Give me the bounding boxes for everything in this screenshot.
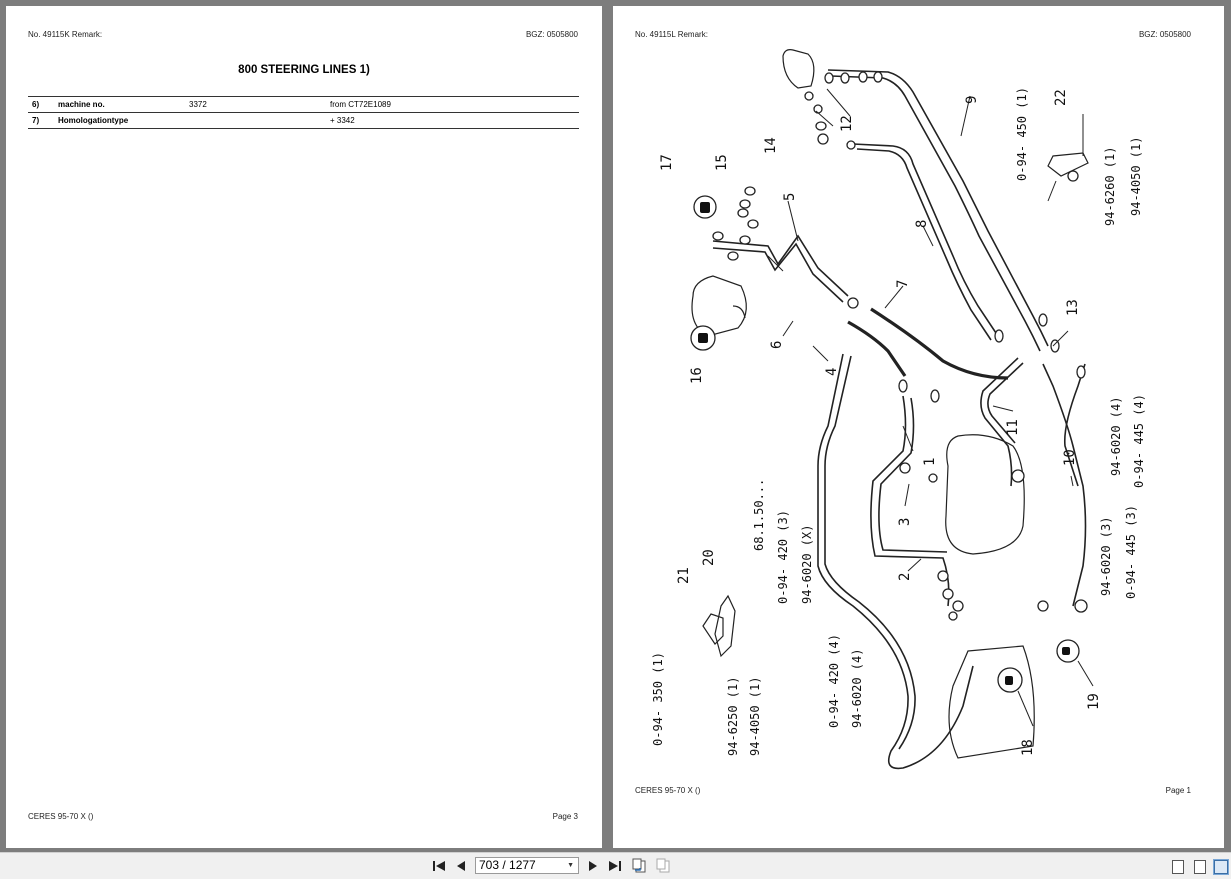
- callout-2: 2: [897, 573, 913, 581]
- page-header-right: BGZ: 0505800: [525, 30, 578, 39]
- ref-label: 0-94- 445 (3): [1124, 505, 1138, 599]
- callout-4: 4: [824, 368, 840, 376]
- row-value: 3372: [186, 96, 327, 113]
- callout-15: 15: [714, 154, 730, 171]
- row-number: 6): [28, 96, 55, 113]
- page-number-input[interactable]: 703 / 1277 ▼: [475, 857, 579, 874]
- callout-7: 7: [895, 280, 911, 288]
- callout-18: 18: [1020, 739, 1036, 756]
- ref-label: 68.1.50...: [752, 479, 766, 551]
- table-row: 7) Homologationtype + 3342: [28, 112, 579, 129]
- callout-17: 17: [659, 154, 675, 171]
- ref-label: 94-6020 (3): [1099, 517, 1113, 596]
- callout-10: 10: [1062, 449, 1078, 466]
- last-page-button[interactable]: [606, 857, 624, 875]
- two-page-view-icon[interactable]: [1213, 859, 1229, 875]
- page-title: 800 STEERING LINES 1): [238, 64, 370, 76]
- ref-label: 94-6250 (1): [726, 677, 740, 756]
- next-page-button[interactable]: [584, 857, 602, 875]
- callout-3: 3: [897, 518, 913, 526]
- prev-page-button[interactable]: [452, 857, 470, 875]
- go-forward-button[interactable]: [654, 857, 672, 875]
- callout-12: 12: [839, 115, 855, 132]
- leader-lines: [767, 88, 1094, 727]
- row-label: Homologationtype: [55, 112, 186, 129]
- callout-numbers: 5 6 7 8 9 10 11 12 13 14 15 16 17 18 19 …: [659, 89, 1102, 756]
- navigation-toolbar: 703 / 1277 ▼: [0, 852, 1231, 879]
- prev-page-icon: [457, 861, 465, 871]
- callout-11: 11: [1005, 419, 1021, 436]
- callout-14: 14: [763, 137, 779, 154]
- next-page-icon: [589, 861, 597, 871]
- ref-label: 94-6020 (X): [800, 525, 814, 604]
- ref-label: 94-4050 (1): [1129, 137, 1143, 216]
- ref-label: 0-94- 445 (4): [1132, 394, 1146, 488]
- row-value: [186, 112, 327, 129]
- callout-19: 19: [1086, 693, 1102, 710]
- spec-table: 6) machine no. 3372 from CT72E1089 7) Ho…: [28, 96, 579, 129]
- page-footer-left: CERES 95-70 X (): [635, 786, 701, 795]
- steering-lines-diagram: 5 6 7 8 9 10 11 12 13 14 15 16 17 18 19 …: [651, 49, 1146, 770]
- page-left: No. 49115K Remark: BGZ: 0505800 800 STEE…: [6, 6, 602, 848]
- callout-6: 6: [769, 341, 785, 349]
- row-note: from CT72E1089: [327, 96, 579, 113]
- callout-5: 5: [782, 193, 798, 201]
- callout-9: 9: [964, 96, 980, 104]
- callout-8: 8: [914, 220, 930, 228]
- page-right: No. 49115L Remark: BGZ: 0505800 5 6 7 8 …: [613, 6, 1224, 848]
- page-footer-right: Page 1: [1165, 786, 1191, 795]
- first-page-icon: [433, 861, 445, 871]
- last-page-icon: [609, 861, 621, 871]
- callout-16: 16: [689, 367, 705, 384]
- go-forward-icon: [656, 858, 670, 873]
- ref-label: 0-94- 450 (1): [1015, 87, 1029, 181]
- ref-label: 94-4050 (1): [748, 677, 762, 756]
- callout-1: 1: [922, 458, 938, 466]
- page-footer-right: Page 3: [552, 812, 578, 821]
- row-note: + 3342: [327, 112, 579, 129]
- single-page-view-icon[interactable]: [1172, 860, 1184, 874]
- page-footer-left: CERES 95-70 X (): [28, 812, 94, 821]
- row-label: machine no.: [55, 96, 186, 113]
- chevron-down-icon: ▼: [567, 862, 574, 869]
- fitting-fills: [698, 202, 1070, 685]
- ref-label: 0-94- 420 (4): [827, 634, 841, 728]
- ref-label: 94-6020 (4): [1109, 397, 1123, 476]
- ref-label: 94-6260 (1): [1103, 147, 1117, 226]
- page-indicator: 703 / 1277: [479, 858, 536, 872]
- table-row: 6) machine no. 3372 from CT72E1089: [28, 96, 579, 113]
- go-back-button[interactable]: [630, 857, 648, 875]
- page-header-left: No. 49115K Remark:: [28, 30, 103, 39]
- row-number: 7): [28, 112, 55, 129]
- ref-label: 0-94- 350 (1): [651, 652, 665, 746]
- callout-21: 21: [676, 567, 692, 584]
- go-back-icon: [632, 858, 646, 873]
- document-viewport[interactable]: No. 49115K Remark: BGZ: 0505800 800 STEE…: [0, 0, 1231, 852]
- first-page-button[interactable]: [430, 857, 448, 875]
- callout-22: 22: [1053, 89, 1069, 106]
- callout-20: 20: [701, 549, 717, 566]
- ref-label: 94-6020 (4): [850, 649, 864, 728]
- ref-label: 0-94- 420 (3): [776, 510, 790, 604]
- callout-13: 13: [1065, 299, 1081, 316]
- continuous-view-icon[interactable]: [1194, 860, 1206, 874]
